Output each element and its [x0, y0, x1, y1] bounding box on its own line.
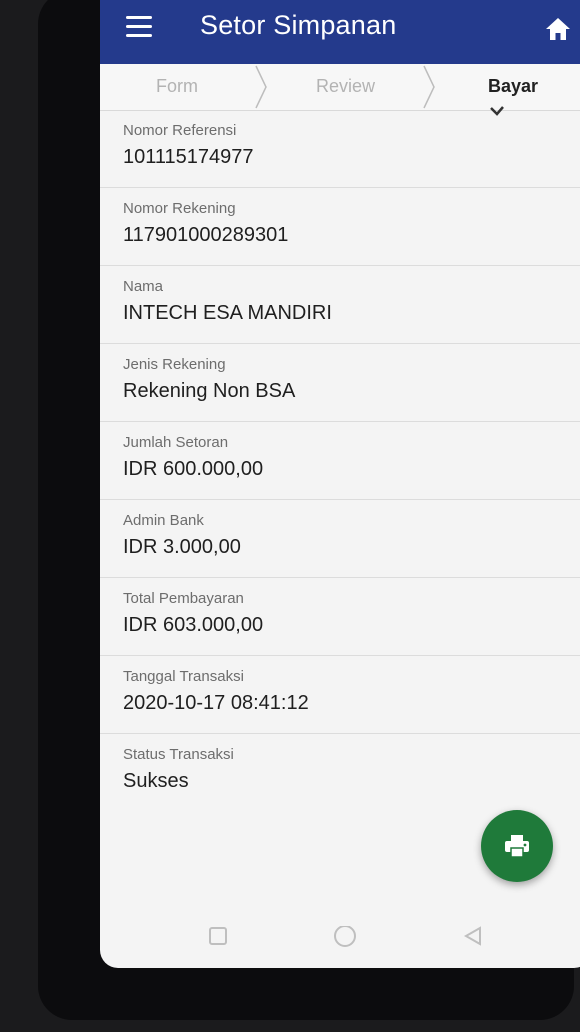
step-form: Form	[156, 76, 198, 96]
detail-label: Nomor Rekening	[123, 200, 236, 217]
detail-value: 2020-10-17 08:41:12	[123, 692, 309, 714]
detail-value: 117901000289301	[123, 224, 289, 246]
detail-label: Total Pembayaran	[123, 590, 244, 607]
detail-row-total-payment: Total Pembayaran IDR 603.000,00	[100, 578, 580, 656]
detail-row-account-number: Nomor Rekening 117901000289301	[100, 188, 580, 266]
system-navigation-bar	[100, 908, 580, 968]
home-circle-icon[interactable]	[333, 926, 357, 950]
step-chevron-icon	[255, 65, 267, 109]
detail-value: IDR 600.000,00	[123, 458, 264, 480]
page-title: Setor Simpanan	[200, 10, 397, 40]
detail-label: Nomor Referensi	[123, 122, 237, 139]
detail-label: Nama	[123, 278, 164, 295]
detail-label: Tanggal Transaksi	[123, 668, 244, 685]
detail-value: IDR 3.000,00	[123, 536, 241, 558]
transaction-details: Nomor Referensi 101115174977 Nomor Reken…	[100, 110, 580, 811]
phone-frame: Setor Simpanan Form Review Bayar Nomor R…	[38, 0, 580, 1020]
detail-row-transaction-status: Status Transaksi Sukses	[100, 734, 580, 811]
print-button[interactable]	[481, 810, 553, 882]
detail-row-admin-fee: Admin Bank IDR 3.000,00	[100, 500, 580, 578]
hamburger-menu-icon[interactable]	[126, 16, 152, 37]
app-bar: Setor Simpanan	[100, 0, 580, 64]
step-chevron-icon	[423, 65, 435, 109]
step-bayar: Bayar	[488, 76, 539, 96]
detail-row-account-type: Jenis Rekening Rekening Non BSA	[100, 344, 580, 422]
printer-icon	[505, 835, 529, 858]
detail-value: 101115174977	[123, 146, 254, 168]
detail-label: Status Transaksi	[123, 746, 234, 763]
detail-row-deposit-amount: Jumlah Setoran IDR 600.000,00	[100, 422, 580, 500]
detail-row-transaction-date: Tanggal Transaksi 2020-10-17 08:41:12	[100, 656, 580, 734]
detail-row-name: Nama INTECH ESA MANDIRI	[100, 266, 580, 344]
detail-row-reference: Nomor Referensi 101115174977	[100, 110, 580, 188]
recent-apps-icon[interactable]	[208, 926, 228, 946]
detail-value: Rekening Non BSA	[123, 380, 296, 402]
app-screen: Setor Simpanan Form Review Bayar Nomor R…	[100, 0, 580, 968]
detail-label: Admin Bank	[123, 512, 204, 529]
detail-value: IDR 603.000,00	[123, 614, 264, 636]
detail-value: INTECH ESA MANDIRI	[123, 302, 332, 324]
status-value: Sukses	[123, 770, 189, 792]
detail-label: Jumlah Setoran	[123, 434, 229, 451]
detail-label: Jenis Rekening	[123, 356, 226, 373]
step-indicator: Form Review Bayar	[100, 64, 580, 116]
step-review: Review	[316, 76, 376, 96]
home-icon[interactable]	[544, 16, 572, 42]
back-triangle-icon[interactable]	[462, 926, 484, 948]
